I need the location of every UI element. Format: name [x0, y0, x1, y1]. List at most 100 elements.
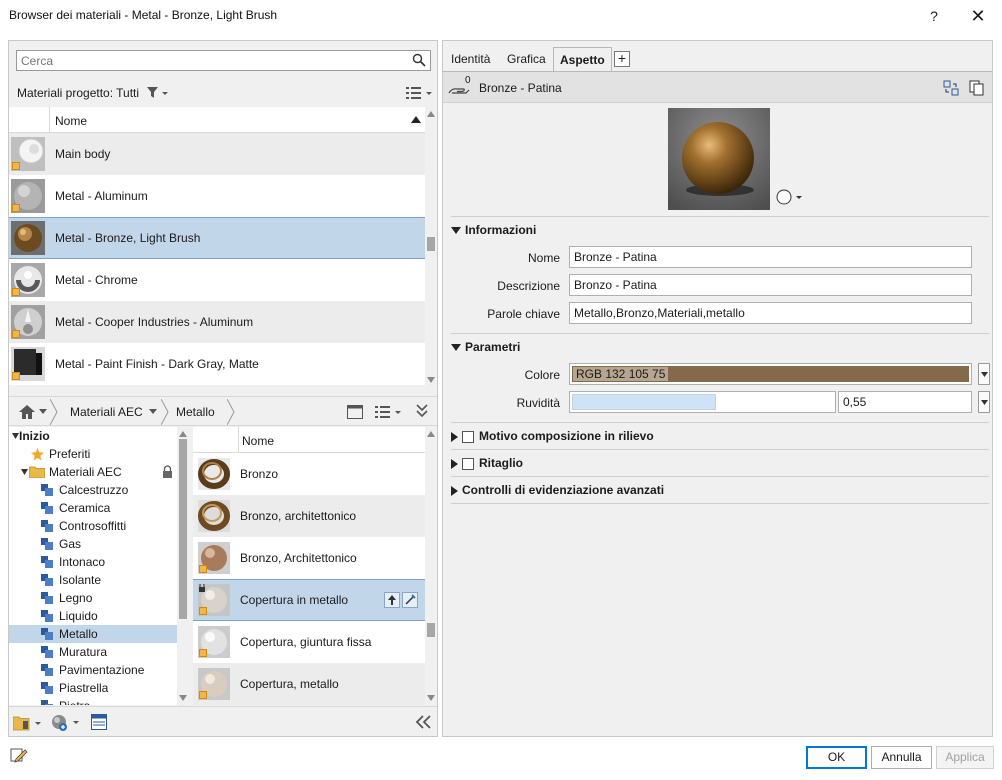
expanded-arrow-icon[interactable] [21, 469, 28, 475]
create-material-icon[interactable] [51, 714, 81, 732]
view-options-icon[interactable] [375, 405, 403, 419]
tree-item-category[interactable]: Isolante [9, 571, 177, 589]
tree-root[interactable]: Inizio [9, 427, 177, 445]
search-icon[interactable] [412, 53, 426, 67]
panel-toggle-icon[interactable] [91, 714, 107, 730]
color-field[interactable]: RGB 132 105 75 [569, 363, 972, 385]
preview-shape-dropdown-icon[interactable] [776, 189, 804, 205]
scroll-thumb[interactable] [179, 439, 187, 619]
name-field[interactable]: Bronze - Patina [569, 246, 972, 268]
cancel-button[interactable]: Annulla [871, 746, 932, 769]
tree-item-category[interactable]: Intonaco [9, 553, 177, 571]
section-info-header[interactable]: Informazioni [451, 223, 989, 237]
duplicate-asset-icon[interactable] [969, 80, 985, 96]
tree-item-category[interactable]: Muratura [9, 643, 177, 661]
panel-toggle-icon[interactable] [347, 405, 363, 419]
expanded-arrow-icon [451, 344, 461, 352]
tree-item-category[interactable]: Controsoffitti [9, 517, 177, 535]
expanded-arrow-icon[interactable] [12, 433, 19, 439]
section-title: Controlli di evidenziazione avanzati [462, 483, 665, 497]
material-category-icon [41, 502, 53, 514]
search-input[interactable] [17, 51, 397, 70]
edit-material-icon[interactable] [402, 592, 418, 608]
cutout-checkbox[interactable] [462, 457, 474, 470]
help-button[interactable]: ? [912, 2, 956, 30]
material-row[interactable]: Metal - Paint Finish - Dark Gray, Matte [9, 343, 425, 385]
tree-item-category[interactable]: Ceramica [9, 499, 177, 517]
library-row[interactable]: Bronzo [193, 453, 425, 495]
tree-item-category[interactable]: Pietra [9, 697, 177, 705]
material-row[interactable]: Metal - Chrome [9, 259, 425, 301]
library-row[interactable]: Bronzo, architettonico [193, 495, 425, 537]
add-tab-icon[interactable]: + [614, 51, 630, 67]
roughness-slider[interactable] [569, 391, 836, 413]
edit-notes-icon[interactable] [10, 747, 28, 763]
filter-icon[interactable] [147, 87, 169, 99]
sort-ascending-icon[interactable] [411, 116, 421, 123]
tree-item-category[interactable]: Metallo [9, 625, 177, 643]
tree-item-category[interactable]: Pavimentazione [9, 661, 177, 679]
section-title: Ritaglio [479, 456, 523, 470]
roughness-value-field[interactable]: 0,55 [838, 391, 972, 413]
asset-bar: 0 Bronze - Patina [443, 71, 992, 103]
bronze-sphere-icon [11, 221, 45, 255]
relief-checkbox[interactable] [462, 430, 474, 443]
material-row[interactable]: Metal - Cooper Industries - Aluminum [9, 301, 425, 343]
tree-item-category[interactable]: Piastrella [9, 679, 177, 697]
section-cutout-header[interactable]: Ritaglio [451, 456, 989, 470]
tree-scrollbar[interactable] [177, 427, 189, 705]
tree-item-category[interactable]: Legno [9, 589, 177, 607]
material-row[interactable]: Metal - Aluminum [9, 175, 425, 217]
tab-identity[interactable]: Identità [445, 49, 496, 71]
warning-icon [199, 691, 207, 699]
breadcrumb-item[interactable]: Materiali AEC [70, 405, 143, 419]
library-row[interactable]: Copertura, metallo [193, 663, 425, 705]
library-list-header: Nome [193, 427, 425, 453]
material-row-selected[interactable]: Metal - Bronze, Light Brush [9, 217, 425, 259]
color-dropdown-button[interactable] [978, 363, 990, 385]
collapsed-arrow-icon [451, 485, 458, 496]
collapse-down-icon[interactable] [416, 404, 428, 418]
tree-item-library[interactable]: Materiali AEC [9, 463, 177, 481]
dark-cube-icon [11, 347, 45, 381]
breadcrumb-item[interactable]: Metallo [176, 405, 215, 419]
scroll-thumb[interactable] [427, 623, 435, 637]
name-column-header[interactable]: Nome [242, 434, 274, 448]
view-options-icon[interactable] [406, 86, 434, 100]
library-row[interactable]: Copertura, giuntura fissa [193, 621, 425, 663]
tree-item-category[interactable]: Gas [9, 535, 177, 553]
home-icon[interactable] [19, 405, 35, 419]
replace-asset-icon[interactable] [943, 80, 959, 96]
library-row-selected[interactable]: Copertura in metallo [193, 579, 425, 621]
scroll-thumb[interactable] [427, 237, 435, 251]
collapse-left-icon[interactable] [415, 715, 431, 729]
manage-library-icon[interactable] [13, 715, 43, 731]
chevron-down-icon[interactable] [39, 409, 47, 414]
library-list-scrollbar[interactable] [425, 427, 437, 705]
tab-appearance[interactable]: Aspetto [553, 47, 612, 73]
chevron-down-icon[interactable] [149, 409, 157, 414]
tree-item-label: Controsoffitti [59, 519, 127, 533]
material-row[interactable]: Main body [9, 133, 425, 175]
tree-item-category[interactable]: Calcestruzzo [9, 481, 177, 499]
roughness-dropdown-button[interactable] [978, 391, 990, 413]
ok-button[interactable]: OK [806, 746, 867, 769]
tree-item-favorites[interactable]: Preferiti [9, 445, 177, 463]
add-to-document-icon[interactable] [384, 592, 400, 608]
close-button[interactable]: ✕ [956, 2, 1000, 30]
folder-icon [29, 466, 45, 478]
library-item-label: Bronzo, architettonico [240, 509, 357, 523]
section-params-header[interactable]: Parametri [451, 340, 989, 354]
apply-button[interactable]: Applica [936, 746, 994, 769]
section-advanced-header[interactable]: Controlli di evidenziazione avanzati [451, 483, 989, 497]
keywords-field[interactable]: Metallo,Bronzo,Materiali,metallo [569, 302, 972, 324]
aluminum-sphere-icon [11, 179, 45, 213]
name-column-header[interactable]: Nome [55, 114, 87, 128]
section-relief-header[interactable]: Motivo composizione in rilievo [451, 429, 989, 443]
tab-graphics[interactable]: Grafica [501, 49, 552, 71]
search-box[interactable] [16, 50, 431, 71]
library-row[interactable]: Bronzo, Architettonico [193, 537, 425, 579]
tree-item-category[interactable]: Liquido [9, 607, 177, 625]
description-field[interactable]: Bronzo - Patina [569, 274, 972, 296]
project-list-scrollbar[interactable] [425, 107, 437, 387]
